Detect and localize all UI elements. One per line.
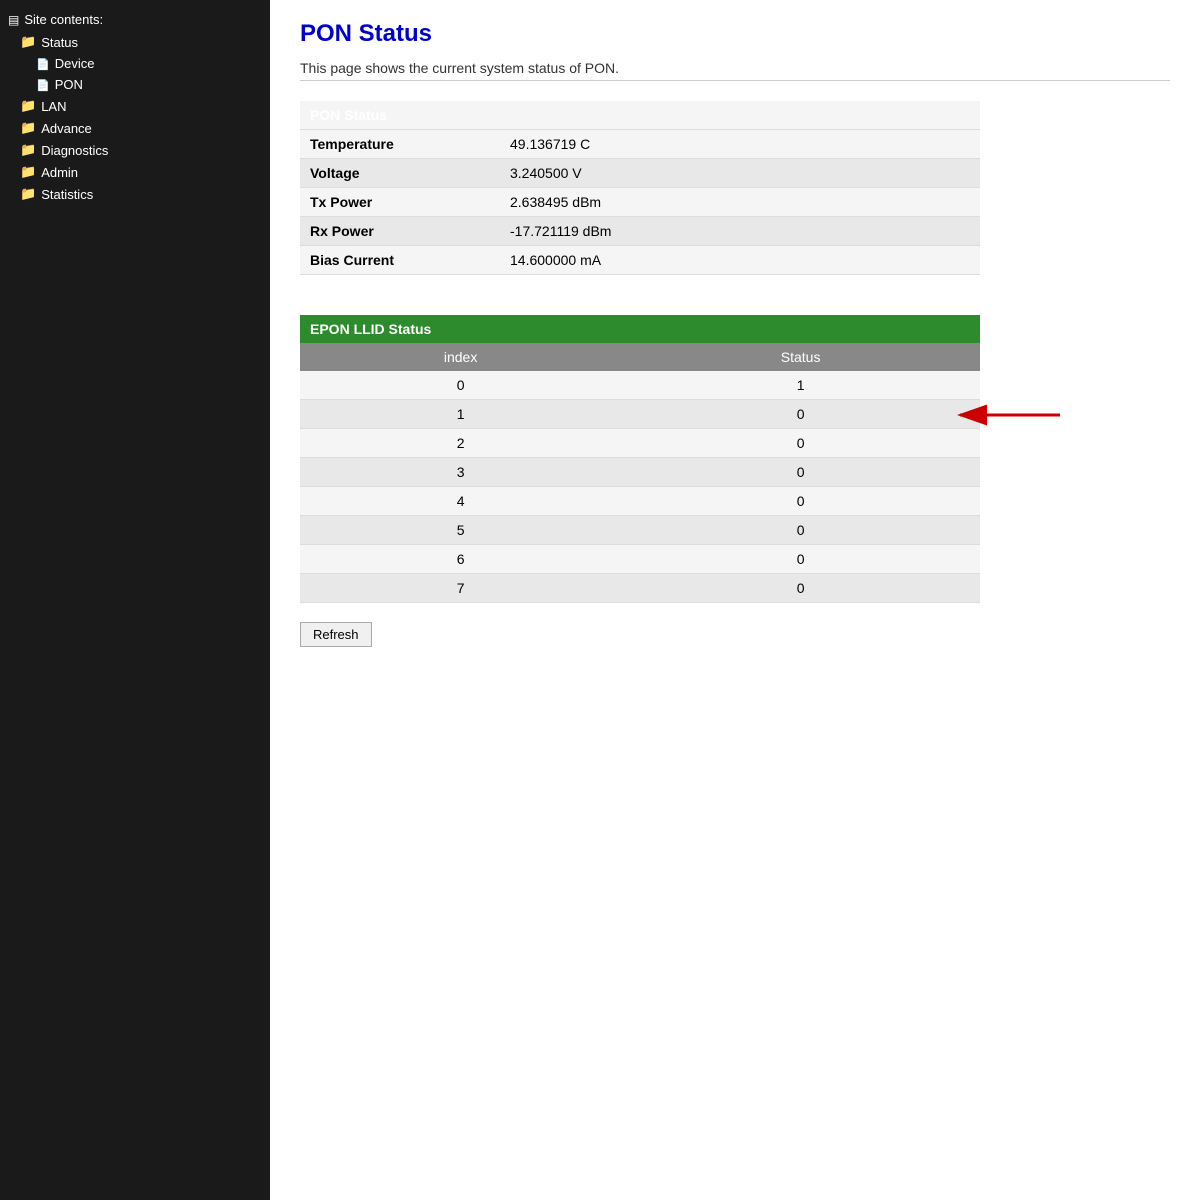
site-contents-header: Site contents: <box>0 8 270 31</box>
sidebar-item-label: Status <box>41 35 78 50</box>
llid-index: 3 <box>300 458 621 487</box>
folder-icon <box>20 142 36 158</box>
tree-icon <box>8 12 19 27</box>
llid-status: 0 <box>621 487 980 516</box>
row-value: 3.240500 V <box>500 159 980 188</box>
sidebar-item-admin[interactable]: Admin <box>0 161 270 183</box>
sidebar-item-status[interactable]: Status <box>0 31 270 53</box>
sidebar-item-label: Diagnostics <box>41 143 108 158</box>
folder-icon <box>20 120 36 136</box>
sidebar-item-label: Advance <box>41 121 92 136</box>
site-contents-label: Site contents: <box>24 12 103 27</box>
row-value: 14.600000 mA <box>500 246 980 275</box>
table-row: 2 0 <box>300 429 980 458</box>
folder-icon <box>20 98 36 114</box>
llid-index: 6 <box>300 545 621 574</box>
table-row: 7 0 <box>300 574 980 603</box>
sidebar-item-device[interactable]: Device <box>0 53 270 74</box>
folder-icon <box>20 164 36 180</box>
llid-index: 7 <box>300 574 621 603</box>
table-row: Rx Power -17.721119 dBm <box>300 217 980 246</box>
main-content: PON Status This page shows the current s… <box>270 0 1200 1200</box>
row-label: Bias Current <box>300 246 500 275</box>
sidebar-item-diagnostics[interactable]: Diagnostics <box>0 139 270 161</box>
row-value: 2.638495 dBm <box>500 188 980 217</box>
folder-icon <box>20 34 36 50</box>
row-value: -17.721119 dBm <box>500 217 980 246</box>
table-row: 5 0 <box>300 516 980 545</box>
llid-index: 5 <box>300 516 621 545</box>
refresh-button[interactable]: Refresh <box>300 622 372 647</box>
row-label: Tx Power <box>300 188 500 217</box>
file-icon <box>36 57 50 71</box>
pon-status-table: PON Status Temperature 49.136719 C Volta… <box>300 101 980 275</box>
table-row: 3 0 <box>300 458 980 487</box>
divider <box>300 80 1170 81</box>
table-row: Tx Power 2.638495 dBm <box>300 188 980 217</box>
table-row: Voltage 3.240500 V <box>300 159 980 188</box>
sidebar-item-label: Device <box>55 56 95 71</box>
row-label: Temperature <box>300 130 500 159</box>
pon-status-header: PON Status <box>300 101 980 130</box>
table-row: 0 1 <box>300 371 980 400</box>
col-index-header: index <box>300 343 621 371</box>
col-status-header: Status <box>621 343 980 371</box>
page-title: PON Status <box>300 20 1170 48</box>
epon-llid-table: EPON LLID Status index Status 0 1 1 0 2 … <box>300 315 980 603</box>
sidebar-item-label: PON <box>55 77 83 92</box>
sidebar-item-pon[interactable]: PON <box>0 74 270 95</box>
llid-status: 0 <box>621 458 980 487</box>
file-icon <box>36 78 50 92</box>
table-row: 1 0 <box>300 400 980 429</box>
table-row: Bias Current 14.600000 mA <box>300 246 980 275</box>
row-label: Voltage <box>300 159 500 188</box>
epon-table-wrapper: EPON LLID Status index Status 0 1 1 0 2 … <box>300 315 980 619</box>
sidebar-item-statistics[interactable]: Statistics <box>0 183 270 205</box>
sidebar-item-advance[interactable]: Advance <box>0 117 270 139</box>
llid-index: 1 <box>300 400 621 429</box>
table-row: 6 0 <box>300 545 980 574</box>
table-row: 4 0 <box>300 487 980 516</box>
sidebar-item-lan[interactable]: LAN <box>0 95 270 117</box>
sidebar: Site contents: Status Device PON LAN Adv… <box>0 0 270 1200</box>
llid-status: 0 <box>621 429 980 458</box>
llid-status: 1 <box>621 371 980 400</box>
epon-llid-header: EPON LLID Status <box>300 315 980 343</box>
llid-index: 0 <box>300 371 621 400</box>
llid-index: 4 <box>300 487 621 516</box>
page-description: This page shows the current system statu… <box>300 60 1170 76</box>
llid-status: 0 <box>621 400 980 429</box>
row-label: Rx Power <box>300 217 500 246</box>
sidebar-item-label: Statistics <box>41 187 93 202</box>
row-value: 49.136719 C <box>500 130 980 159</box>
sidebar-item-label: LAN <box>41 99 66 114</box>
sidebar-item-label: Admin <box>41 165 78 180</box>
llid-status: 0 <box>621 574 980 603</box>
llid-status: 0 <box>621 516 980 545</box>
llid-status: 0 <box>621 545 980 574</box>
folder-icon <box>20 186 36 202</box>
table-row: Temperature 49.136719 C <box>300 130 980 159</box>
llid-index: 2 <box>300 429 621 458</box>
